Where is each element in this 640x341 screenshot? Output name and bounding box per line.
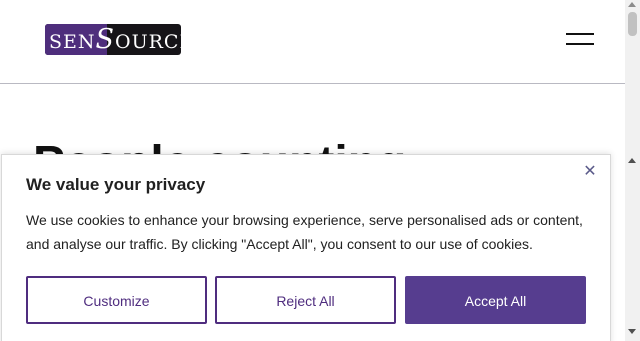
menu-line-top: [566, 33, 594, 35]
logo-text-big: S: [95, 24, 116, 55]
logo-text: SENSOURCE: [49, 24, 181, 55]
accept-all-button[interactable]: Accept All: [405, 276, 586, 324]
logo-text-left: SEN: [49, 31, 96, 53]
vertical-scrollbar[interactable]: [625, 0, 640, 341]
sensource-logo[interactable]: SENSOURCE: [45, 24, 181, 55]
scroll-thumb[interactable]: [628, 12, 637, 36]
scroll-up-arrow-icon[interactable]: [628, 2, 636, 7]
reject-all-button[interactable]: Reject All: [215, 276, 396, 324]
customize-button[interactable]: Customize: [26, 276, 207, 324]
cookie-consent-banner: We value your privacy ✕ We use cookies t…: [1, 154, 611, 341]
logo-text-right: OURCE: [115, 31, 181, 53]
cookie-banner-title: We value your privacy: [26, 175, 206, 194]
site-header: SENSOURCE: [0, 0, 625, 84]
menu-line-bottom: [566, 43, 594, 45]
banner-scroll-up-arrow-icon[interactable]: [628, 158, 636, 163]
scroll-down-arrow-icon[interactable]: [628, 329, 636, 334]
close-icon[interactable]: ✕: [583, 164, 597, 180]
cookie-banner-description: We use cookies to enhance your browsing …: [26, 212, 583, 252]
hamburger-menu-icon[interactable]: [566, 31, 594, 47]
page: SENSOURCE People counting We value your …: [0, 0, 640, 341]
